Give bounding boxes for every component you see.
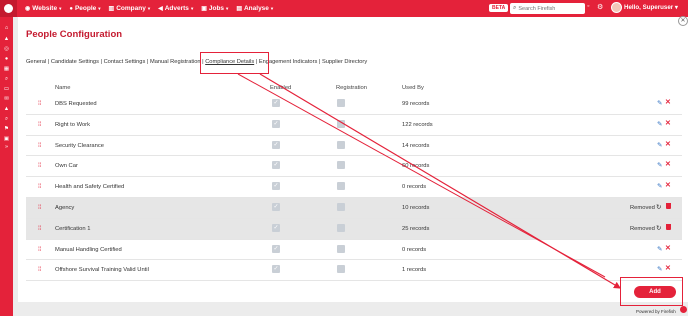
annotation-arrows xyxy=(237,73,622,289)
arrow-line-2 xyxy=(237,73,606,278)
